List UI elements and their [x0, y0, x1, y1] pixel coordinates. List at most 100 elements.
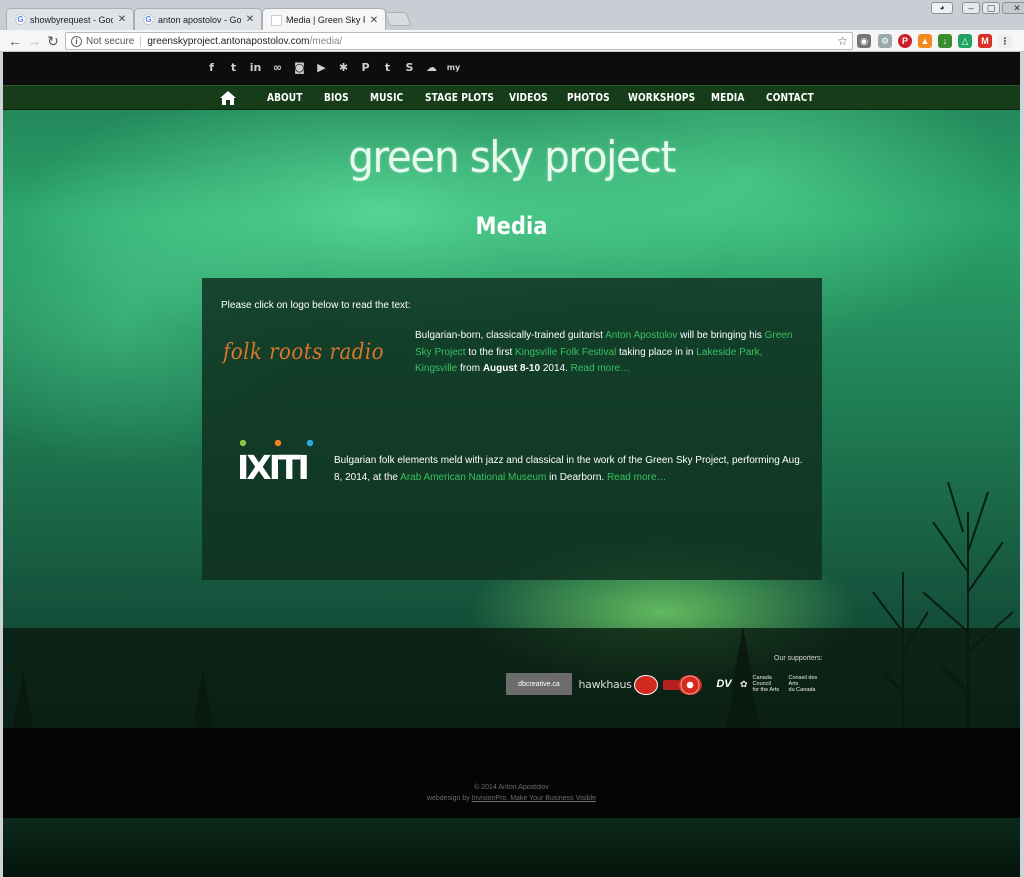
url-host: greenskyproject.antonapostolov.com: [147, 35, 310, 47]
facebook-icon[interactable]: f: [204, 60, 219, 75]
nav-media[interactable]: MEDIA: [711, 92, 744, 104]
background-bottom: [3, 818, 1020, 877]
article-text: in Dearborn.: [546, 471, 607, 483]
article-ixiti: Bulgarian folk elements meld with jazz a…: [334, 453, 806, 486]
tab-close-icon[interactable]: ✕: [117, 14, 127, 25]
forward-arrow-icon[interactable]: →: [25, 32, 43, 50]
skype-icon[interactable]: S: [402, 60, 417, 75]
pinterest-extension-icon[interactable]: P: [898, 34, 912, 48]
canada-council-text: for the Arts: [752, 687, 780, 693]
media-content-box: Please click on logo below to read the t…: [202, 278, 822, 580]
supporter-red-seal-logo[interactable]: [634, 675, 658, 695]
copyright-footer: © 2014 Anton Apostolov webdesign by Invi…: [3, 728, 1020, 818]
tab-close-icon[interactable]: ✕: [369, 15, 379, 26]
read-more-link[interactable]: Read more…: [607, 472, 666, 483]
page-favicon-icon: .: [271, 14, 282, 26]
nav-videos[interactable]: VIDEOS: [509, 92, 548, 104]
nav-bios[interactable]: BIOS: [324, 92, 349, 104]
window-controls: – ▢ ✕: [962, 2, 1024, 14]
link-arab-american-national-museum[interactable]: Arab American National Museum: [400, 472, 546, 483]
article-date: August 8-10: [482, 363, 541, 374]
back-arrow-icon[interactable]: ←: [6, 32, 24, 50]
tab-close-icon[interactable]: ✕: [245, 14, 255, 25]
extension-icon[interactable]: ▲: [918, 34, 932, 48]
browser-toolbar: ← → ↻ i Not secure greenskyproject.anton…: [0, 30, 1024, 52]
myspace-icon[interactable]: my: [446, 60, 461, 75]
nav-about[interactable]: ABOUT: [267, 92, 302, 104]
nav-stage-plots[interactable]: STAGE PLOTS: [425, 92, 494, 104]
supporter-canada-council-logo[interactable]: ✿ Canada Council for the Arts Conseil de…: [740, 673, 820, 695]
supporters-label: Our supporters:: [774, 655, 823, 662]
info-icon[interactable]: i: [71, 35, 82, 47]
supporter-dv-logo[interactable]: DV: [711, 673, 737, 695]
soundcloud-icon[interactable]: ☁: [424, 60, 439, 75]
top-social-bar: f t in ∞ ◙ ▶ ✱ P t S ☁ my: [3, 52, 1020, 85]
tumblr-icon[interactable]: t: [380, 60, 395, 75]
profile-icon[interactable]: ◕: [931, 2, 953, 14]
youtube-icon[interactable]: ▶: [314, 60, 329, 75]
read-more-link[interactable]: Read more…: [571, 363, 630, 374]
ixiti-logo-text: IXITI: [237, 448, 308, 484]
address-bar[interactable]: i Not secure greenskyproject.antonaposto…: [65, 32, 853, 50]
supporter-flag-logo[interactable]: [663, 680, 679, 690]
new-tab-button[interactable]: [384, 12, 412, 26]
bookmark-star-icon[interactable]: ☆: [837, 34, 848, 48]
canada-council-emblem-icon: ✿: [740, 679, 748, 689]
browser-tab-anton-apostolov[interactable]: G anton apostolov - Google S ✕: [134, 8, 262, 30]
tab-title: anton apostolov - Google S: [158, 14, 241, 25]
link-anton-apostolov[interactable]: Anton Apostolov: [605, 330, 677, 341]
lastfm-icon[interactable]: ∞: [270, 60, 285, 75]
google-favicon-icon: G: [143, 14, 154, 25]
page-title: Media: [475, 212, 548, 240]
download-extension-icon[interactable]: ↓: [938, 34, 952, 48]
twitter-icon[interactable]: t: [226, 60, 241, 75]
supporters-footer: Our supporters: dbcreative.ca hawkhaus D…: [3, 628, 1020, 728]
canada-council-text: Canada Council: [752, 675, 772, 687]
security-label: Not secure: [86, 35, 142, 47]
reload-icon[interactable]: ↻: [44, 32, 62, 50]
browser-tab-showbyrequest[interactable]: G showbyrequest - Google Se ✕: [6, 8, 134, 30]
webdesign-credit: webdesign by InvisionPro. Make Your Busi…: [3, 795, 1020, 802]
conseil-des-arts-text: Conseil des Arts: [788, 675, 818, 687]
url-path: /media/: [309, 35, 343, 47]
article-text: 2014.: [540, 363, 571, 374]
gmail-icon[interactable]: M: [978, 34, 992, 48]
nav-workshops[interactable]: WORKSHOPS: [628, 92, 695, 104]
browser-tab-bar: G showbyrequest - Google Se ✕ G anton ap…: [0, 0, 1024, 31]
tab-title: Media | Green Sky Project: [286, 15, 365, 25]
supporter-dbcreative-logo[interactable]: dbcreative.ca: [506, 673, 572, 695]
article-folk-roots-radio: Bulgarian-born, classically-trained guit…: [415, 328, 805, 378]
webdesign-link[interactable]: InvisionPro. Make Your Business Visible: [472, 795, 596, 802]
extension-icon[interactable]: ◉: [857, 34, 871, 48]
nav-music[interactable]: MUSIC: [370, 92, 403, 104]
chrome-menu-icon[interactable]: ⋮: [998, 34, 1012, 48]
maximize-icon[interactable]: ▢: [982, 2, 1000, 14]
link-kingsville-folk-festival[interactable]: Kingsville Folk Festival: [515, 347, 616, 358]
home-icon[interactable]: [219, 90, 237, 106]
site-logo[interactable]: green sky project: [3, 132, 1020, 183]
nav-photos[interactable]: PHOTOS: [567, 92, 610, 104]
instagram-icon[interactable]: ◙: [292, 60, 307, 75]
linkedin-icon[interactable]: in: [248, 60, 263, 75]
social-links: f t in ∞ ◙ ▶ ✱ P t S ☁ my: [204, 60, 461, 75]
supporter-sunburst-logo[interactable]: [678, 675, 702, 695]
reverbnation-icon[interactable]: ✱: [336, 60, 351, 75]
home-icon-svg: [220, 91, 236, 105]
minimize-icon[interactable]: –: [962, 2, 980, 14]
article-text: Bulgarian-born, classically-trained guit…: [415, 330, 606, 341]
conseil-des-arts-text: du Canada: [788, 687, 816, 693]
article-text: will be bringing his: [677, 330, 765, 341]
article-text: from: [457, 363, 483, 374]
ixiti-logo[interactable]: IXITI: [237, 438, 315, 484]
close-window-icon[interactable]: ✕: [1002, 2, 1024, 14]
browser-tab-media[interactable]: . Media | Green Sky Project ✕: [262, 8, 386, 31]
extension-icon[interactable]: ⚙: [878, 34, 892, 48]
pinterest-icon[interactable]: P: [358, 60, 373, 75]
google-drive-icon[interactable]: △: [958, 34, 972, 48]
nav-contact[interactable]: CONTACT: [766, 92, 814, 104]
article-text: to the first: [465, 346, 516, 358]
folk-roots-radio-logo[interactable]: folk roots radio: [223, 340, 384, 365]
supporter-hawkhaus-logo[interactable]: hawkhaus: [578, 673, 631, 695]
google-favicon-icon: G: [15, 14, 26, 25]
main-navigation: ABOUT BIOS MUSIC STAGE PLOTS VIDEOS PHOT…: [3, 85, 1020, 110]
